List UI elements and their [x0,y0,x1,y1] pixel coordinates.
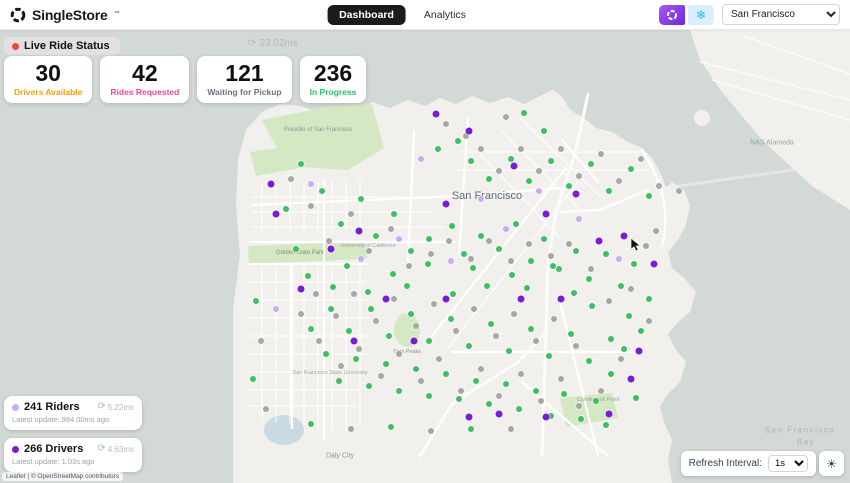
drivers-dot [12,445,19,453]
theme-toggle-button[interactable]: ☀ [819,451,844,476]
snowflake-icon: ❄ [695,7,707,22]
drivers-summary-card: 266 Drivers ⟳ 4.63ms Latest update: 1.03… [4,438,142,472]
refresh-interval-control: Refresh Interval: 1s [680,451,816,476]
live-indicator-dot [12,42,19,50]
attribution-text: Leaflet | © OpenStreetMap contributors [6,473,120,480]
sun-icon: ☀ [826,456,837,471]
logo-trademark: ™ [113,10,120,17]
drivers-latency: ⟳ 4.63ms [97,443,134,454]
stats-row: 30 Drivers Available 42 Rides Requested … [4,56,367,104]
stat-card-waiting-for-pickup: 121 Waiting for Pickup [197,56,292,104]
riders-count: 241 Riders [24,401,80,413]
stat-card-rides-requested: 42 Rides Requested [100,56,190,104]
live-ride-status-label: Live Ride Status [24,40,110,52]
stat-card-in-progress: 236 In Progress [299,56,367,104]
city-select[interactable]: San Francisco [722,4,840,25]
singlestore-logo[interactable]: SingleStore ™ [10,7,120,23]
stat-value: 42 [132,60,158,86]
singlestore-db-icon [666,9,678,20]
refresh-icon: ⟳ [97,443,106,454]
snowflake-db-toggle-button[interactable]: ❄ [688,4,714,25]
refresh-icon: ⟳ [97,401,106,412]
live-ride-status-badge: Live Ride Status [4,37,120,55]
singlestore-logo-icon [10,7,26,22]
stat-label: Drivers Available [14,87,83,98]
singlestore-db-toggle-button[interactable] [659,4,685,25]
tab-dashboard[interactable]: Dashboard [327,4,406,25]
header-right-group: ❄ San Francisco [659,4,840,25]
riders-latency: ⟳ 5.22ms [97,401,134,412]
refresh-interval-label: Refresh Interval: [688,458,762,469]
riders-latest-update: Latest update: 994.00ms ago [12,415,110,424]
stat-label: Rides Requested [110,87,180,98]
refresh-icon: ⟳ [248,37,257,49]
map-attribution[interactable]: Leaflet | © OpenStreetMap contributors [2,472,124,481]
stat-value: 236 [313,60,353,86]
stat-label: In Progress [309,87,357,98]
database-toggle: ❄ [659,4,714,25]
riders-dot [12,403,19,411]
query-latency-value: 23.02ms [259,38,298,49]
stat-label: Waiting for Pickup [207,87,282,98]
drivers-latest-update: Latest update: 1.03s ago [12,457,95,466]
main-nav: Dashboard Analytics [327,4,472,25]
query-latency-indicator: ⟳ 23.02ms [248,38,298,49]
stat-value: 121 [225,60,264,86]
refresh-interval-select[interactable]: 1s [768,455,808,472]
stat-card-drivers-available: 30 Drivers Available [4,56,93,104]
stat-value: 30 [35,60,61,86]
drivers-count: 266 Drivers [24,443,84,455]
app-header: SingleStore ™ Dashboard Analytics ❄ San … [0,0,850,30]
riders-summary-card: 241 Riders ⟳ 5.22ms Latest update: 994.0… [4,396,142,430]
logo-text: SingleStore [32,6,108,23]
tab-analytics[interactable]: Analytics [418,5,472,25]
